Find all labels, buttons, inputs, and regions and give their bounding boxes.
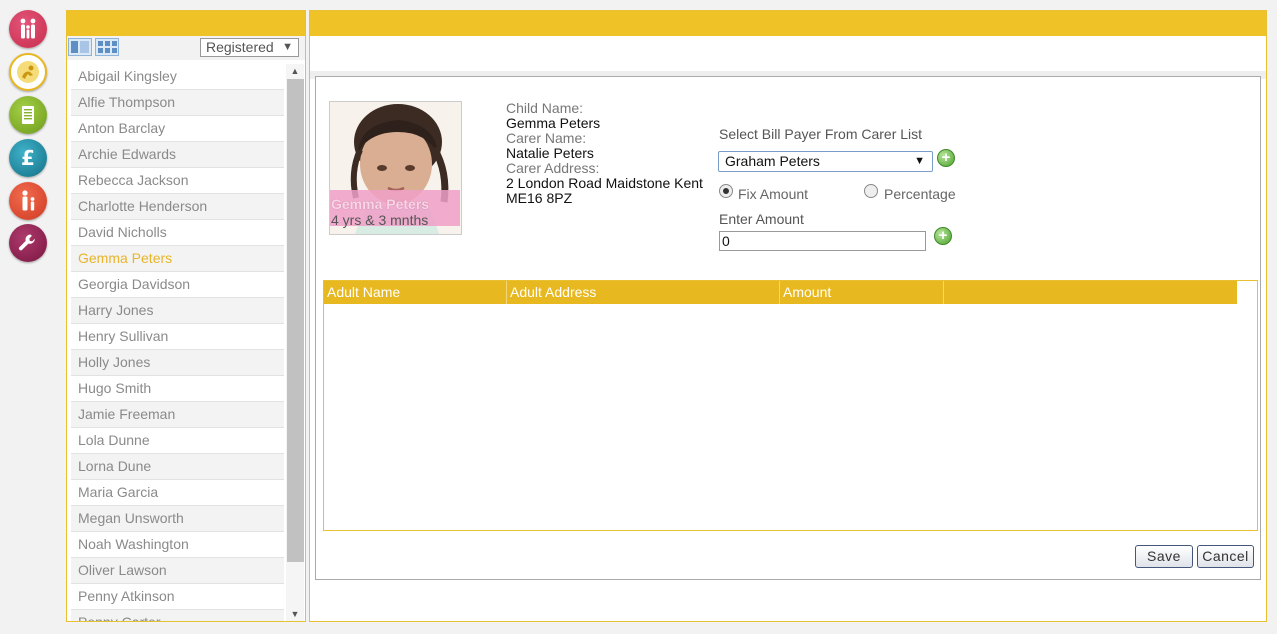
child-list-item[interactable]: Anton Barclay bbox=[71, 116, 284, 142]
carer-address-label: Carer Address: bbox=[506, 160, 600, 176]
settings-icon bbox=[18, 234, 35, 251]
bill-payer-label: Select Bill Payer From Carer List bbox=[719, 126, 923, 142]
child-list: Abigail Kingsley Alfie Thompson Anton Barc… bbox=[71, 64, 284, 621]
child-list-item[interactable]: Noah Washington bbox=[71, 532, 284, 558]
bill-payers-table: Adult Name Adult Address Amount bbox=[323, 280, 1258, 531]
child-list-scrollbar[interactable]: ▲ ▼ bbox=[286, 64, 304, 621]
list-view-icon bbox=[71, 41, 78, 53]
bill-payer-select[interactable]: Graham Peters ▼ bbox=[718, 151, 933, 172]
nav-parent-child-button[interactable] bbox=[9, 182, 47, 220]
child-list-item[interactable]: Abigail Kingsley bbox=[71, 64, 284, 90]
carer-name-label: Carer Name: bbox=[506, 130, 587, 146]
child-name-label: Child Name: bbox=[506, 100, 584, 116]
child-list-item[interactable]: David Nicholls bbox=[71, 220, 284, 246]
filter-select-value: Registered bbox=[206, 39, 274, 55]
scrollbar-thumb[interactable] bbox=[287, 79, 304, 562]
grid-view-icon bbox=[98, 41, 103, 46]
child-list-item[interactable]: Lola Dunne bbox=[71, 428, 284, 454]
amount-input[interactable] bbox=[719, 231, 926, 251]
list-view-button[interactable] bbox=[68, 38, 92, 56]
cancel-button[interactable]: Cancel bbox=[1197, 545, 1254, 568]
chevron-down-icon: ▼ bbox=[282, 41, 293, 53]
carer-address-line2: ME16 8PZ bbox=[506, 190, 573, 206]
child-list-header bbox=[67, 11, 305, 36]
child-list-item[interactable]: Alfie Thompson bbox=[71, 90, 284, 116]
child-list-item[interactable]: Penny Carter bbox=[71, 610, 284, 621]
nav-settings-button[interactable] bbox=[9, 224, 47, 262]
main-panel: Gemma Peters 4 yrs & 3 mnths Child Name:… bbox=[309, 10, 1267, 622]
grid-view-button[interactable] bbox=[95, 38, 119, 56]
add-bill-payer-button[interactable]: + bbox=[937, 149, 955, 167]
nav-activity-button[interactable] bbox=[9, 53, 47, 91]
registration-filter-select[interactable]: Registered ▼ bbox=[200, 38, 299, 57]
child-list-item[interactable]: Holly Jones bbox=[71, 350, 284, 376]
child-list-item[interactable]: Charlotte Henderson bbox=[71, 194, 284, 220]
nav-family-button[interactable] bbox=[9, 10, 47, 48]
notes-icon bbox=[22, 106, 34, 124]
nav-notes-button[interactable] bbox=[9, 96, 47, 134]
child-list-item[interactable]: Jamie Freeman bbox=[71, 402, 284, 428]
photo-child-name: Gemma Peters bbox=[331, 196, 430, 212]
parent-child-icon bbox=[22, 190, 35, 211]
child-photo: Gemma Peters 4 yrs & 3 mnths bbox=[329, 101, 462, 235]
nav-finance-button[interactable]: £ bbox=[9, 139, 47, 177]
carer-address-line1: 2 London Road Maidstone Kent bbox=[506, 175, 703, 191]
child-list-toolbar: Registered ▼ bbox=[67, 36, 305, 60]
child-list-item[interactable]: Georgia Davidson bbox=[71, 272, 284, 298]
child-name-value: Gemma Peters bbox=[506, 115, 601, 131]
chevron-down-icon: ▼ bbox=[914, 155, 925, 167]
child-list-item[interactable]: Oliver Lawson bbox=[71, 558, 284, 584]
child-list-item[interactable]: Rebecca Jackson bbox=[71, 168, 284, 194]
plus-icon: + bbox=[941, 149, 951, 166]
table-header-row: Adult Name Adult Address Amount bbox=[324, 281, 1237, 304]
scroll-up-icon[interactable]: ▲ bbox=[286, 64, 304, 78]
bill-payer-select-value: Graham Peters bbox=[725, 153, 820, 169]
save-button[interactable]: Save bbox=[1135, 545, 1193, 568]
child-list-item[interactable]: Megan Unsworth bbox=[71, 506, 284, 532]
column-adult-name: Adult Name bbox=[324, 281, 507, 304]
child-list-item[interactable]: Harry Jones bbox=[71, 298, 284, 324]
carer-name-value: Natalie Peters bbox=[506, 145, 594, 161]
percentage-label: Percentage bbox=[884, 186, 956, 202]
child-list-item[interactable]: Hugo Smith bbox=[71, 376, 284, 402]
column-actions bbox=[944, 281, 1237, 304]
plus-icon: + bbox=[938, 227, 948, 244]
column-amount: Amount bbox=[780, 281, 944, 304]
child-list-item[interactable]: Henry Sullivan bbox=[71, 324, 284, 350]
child-list-item[interactable]: Penny Atkinson bbox=[71, 584, 284, 610]
add-amount-button[interactable]: + bbox=[934, 227, 952, 245]
fix-amount-radio[interactable] bbox=[719, 184, 733, 198]
column-adult-address: Adult Address bbox=[507, 281, 780, 304]
child-list-item[interactable]: Archie Edwards bbox=[71, 142, 284, 168]
scroll-down-icon[interactable]: ▼ bbox=[286, 607, 304, 621]
main-panel-header bbox=[310, 11, 1266, 36]
finance-icon: £ bbox=[21, 146, 35, 170]
child-list-item[interactable]: Lorna Dune bbox=[71, 454, 284, 480]
family-icon bbox=[20, 18, 36, 39]
percentage-radio[interactable] bbox=[864, 184, 878, 198]
fix-amount-label: Fix Amount bbox=[738, 186, 809, 202]
photo-child-age: 4 yrs & 3 mnths bbox=[331, 212, 429, 228]
child-list-item[interactable]: Gemma Peters bbox=[71, 246, 284, 272]
svg-text:£: £ bbox=[21, 146, 35, 170]
child-list-item[interactable]: Maria Garcia bbox=[71, 480, 284, 506]
enter-amount-label: Enter Amount bbox=[719, 211, 804, 227]
child-list-panel: Registered ▼ Abigail Kingsley Alfie Thomp… bbox=[66, 10, 306, 622]
bill-payer-form: Gemma Peters 4 yrs & 3 mnths Child Name:… bbox=[315, 76, 1261, 580]
child-activity-icon bbox=[17, 61, 39, 83]
